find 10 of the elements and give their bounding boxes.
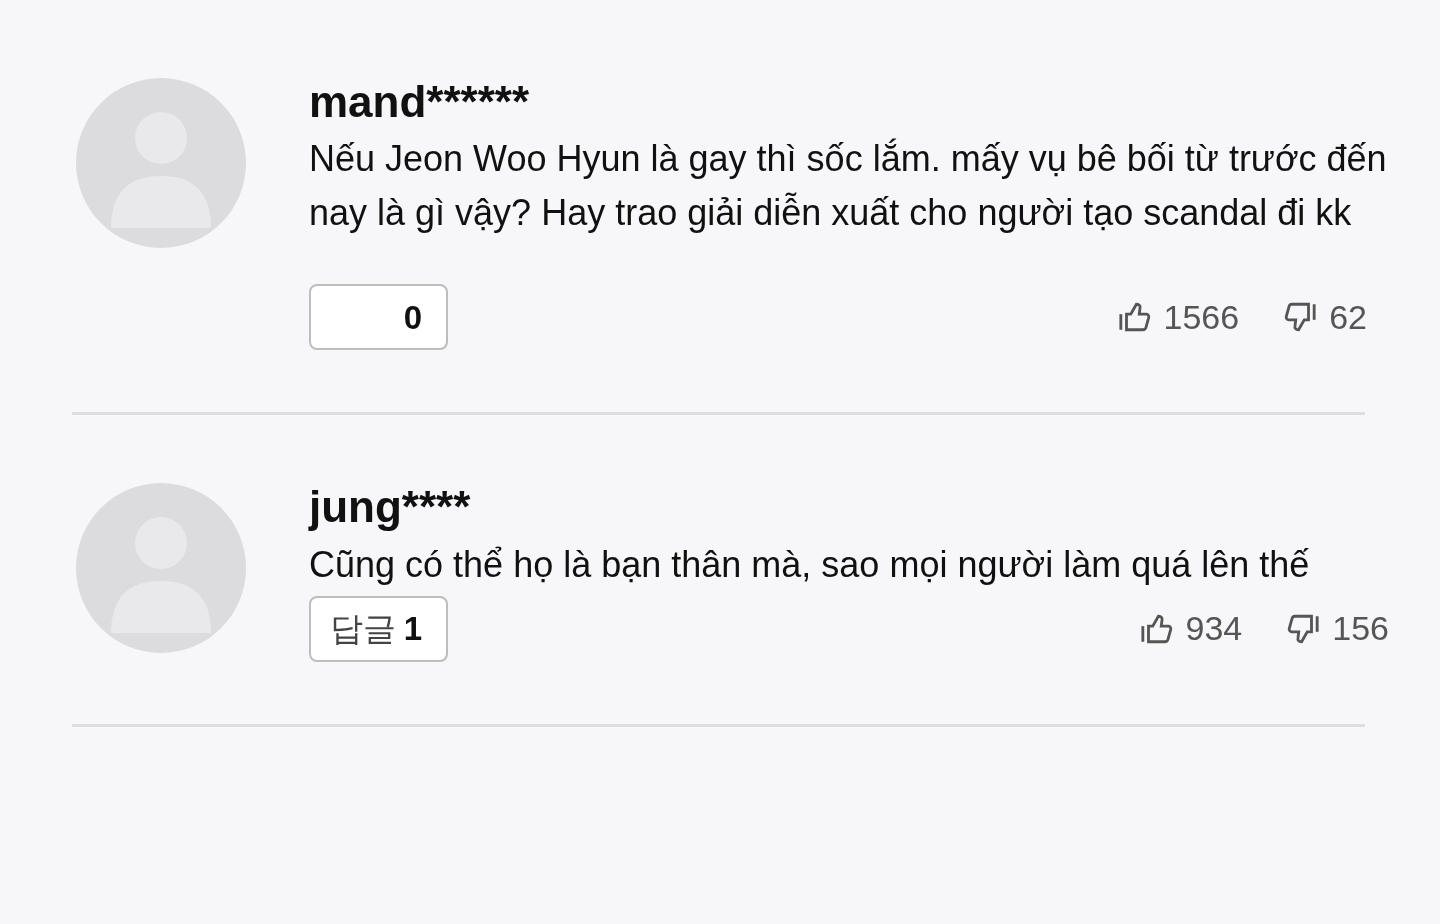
reply-button[interactable]: 0 — [309, 284, 448, 351]
reply-button[interactable]: 답글 1 — [309, 595, 448, 662]
like-count: 934 — [1185, 608, 1243, 650]
dislike-count: 62 — [1329, 296, 1367, 338]
comment-text: Nếu Jeon Woo Hyun là gay thì sốc lắm. mấy vụ bê bối từ trước đến nay là gì vậy? Hay trao giải diễn xuất cho người tạo scandal đi kk — [309, 137, 1388, 236]
username: jung**** — [309, 483, 472, 532]
comment-text: Cũng có thể họ là bạn thân mà, sao mọi người làm quá lên thế — [309, 542, 1311, 587]
like-count: 1566 — [1163, 296, 1240, 338]
username: mand****** — [309, 78, 531, 127]
dislike-count: 156 — [1332, 608, 1389, 650]
